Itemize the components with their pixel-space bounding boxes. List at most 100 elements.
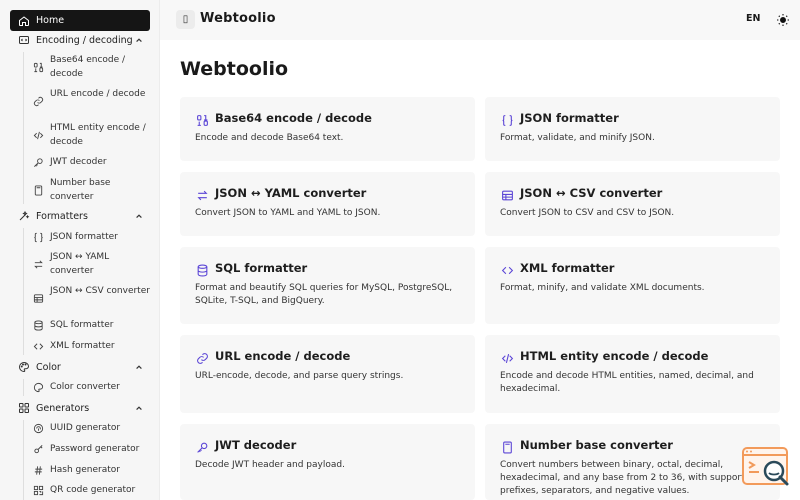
tool-card-jwt[interactable]: JWT decoder Decode JWT header and payloa…	[180, 424, 475, 500]
tool-card-description: Decode JWT header and payload.	[195, 460, 345, 470]
tool-card-title: JSON formatter	[520, 111, 619, 125]
swap-icon	[32, 258, 45, 271]
tool-card-title: JSON ↔ CSV converter	[520, 186, 663, 200]
page-title: Webtoolio	[180, 58, 289, 80]
table-icon	[500, 188, 514, 202]
search-help-icon	[742, 447, 789, 486]
grid-icon	[17, 401, 31, 415]
tool-card-title: JWT decoder	[215, 438, 297, 452]
tool-card-description: Convert JSON to CSV and CSV to JSON.	[500, 208, 675, 218]
tool-card-title: JSON ↔ YAML converter	[215, 186, 367, 200]
tool-card-title: Number base converter	[520, 438, 673, 452]
sidebar-group-label: Encoding / decoding	[36, 34, 133, 46]
sidebar-group-label: Formatters	[36, 210, 88, 222]
sidebar-group-label: Generators	[36, 402, 90, 414]
sidebar-rail	[23, 228, 24, 355]
sidebar-item-label: HTML entity encode / decode	[50, 123, 146, 147]
tool-card-title: SQL formatter	[215, 261, 308, 275]
sidebar-group-formatters[interactable]: Formatters	[10, 207, 150, 225]
tool-card-sql[interactable]: SQL formatter Format and beautify SQL qu…	[180, 247, 475, 324]
chevrons-code-icon	[500, 263, 514, 277]
sidebar-item-label: Number base converter	[50, 178, 111, 202]
code-icon	[32, 129, 45, 142]
link-icon	[32, 95, 45, 108]
help-widget-button[interactable]	[741, 446, 793, 490]
chevron-up-icon[interactable]	[134, 362, 144, 372]
language-selector[interactable]: EN	[746, 13, 760, 24]
key-icon	[32, 443, 45, 456]
swap-icon	[195, 188, 209, 202]
link-icon	[195, 351, 209, 365]
tool-card-description: Format and beautify SQL queries for MySQ…	[195, 283, 453, 306]
sidebar-item-label: Hash generator	[50, 465, 120, 475]
sidebar-item-label: UUID generator	[50, 423, 121, 433]
sidebar-item-label: JWT decoder	[50, 157, 107, 167]
tool-card-html-entity[interactable]: HTML entity encode / decode Encode and d…	[485, 335, 780, 413]
tool-card-xml[interactable]: XML formatter Format, minify, and valida…	[485, 247, 780, 324]
code-icon	[500, 351, 514, 365]
sidebar-item-label: Base64 encode / decode	[50, 55, 126, 79]
sidebar-group-encoding[interactable]: Encoding / decoding	[10, 31, 150, 49]
calculator-icon	[32, 184, 45, 197]
sun-icon[interactable]	[774, 11, 792, 29]
sidebar-item-label: QR code generator	[50, 485, 136, 495]
magic-wand-icon	[17, 209, 31, 223]
binary-icon	[32, 61, 45, 74]
sidebar-item-label: XML formatter	[50, 341, 115, 351]
tool-card-description: Format, validate, and minify JSON.	[500, 133, 655, 143]
sidebar-item-home[interactable]: Home	[10, 10, 150, 31]
tool-card-description: Format, minify, and validate XML documen…	[500, 283, 705, 293]
chevrons-code-icon	[32, 340, 45, 353]
binary-icon	[195, 113, 209, 127]
sidebar-rail	[23, 52, 24, 204]
tool-card-title: XML formatter	[520, 261, 615, 275]
chevron-up-icon[interactable]	[134, 211, 144, 221]
chevron-up-icon[interactable]	[134, 403, 144, 413]
braces-icon	[32, 231, 45, 244]
calculator-icon	[500, 440, 514, 454]
sidebar-rail	[23, 379, 24, 396]
palette-icon	[32, 381, 45, 394]
home-icon	[17, 14, 31, 28]
sidebar-item-label: JSON formatter	[50, 232, 118, 242]
tool-card-url[interactable]: URL encode / decode URL-encode, decode, …	[180, 335, 475, 413]
chevron-up-icon[interactable]	[134, 35, 144, 45]
sidebar-group-color[interactable]: Color	[10, 358, 150, 376]
sidebar-item-label: JSON ↔ YAML converter	[50, 252, 110, 276]
sidebar-item-label: URL encode / decode	[50, 89, 146, 99]
sidebar-item-label: SQL formatter	[50, 320, 114, 330]
tool-card-description: Encode and decode Base64 text.	[195, 133, 344, 143]
sidebar-item-label: JSON ↔ CSV converter	[50, 286, 150, 296]
table-icon	[32, 292, 45, 305]
tool-card-json-formatter[interactable]: JSON formatter Format, validate, and min…	[485, 97, 780, 161]
sidebar-item-label: Color converter	[50, 382, 120, 392]
database-icon	[32, 319, 45, 332]
braces-icon	[500, 113, 514, 127]
tool-card-json-yaml[interactable]: JSON ↔ YAML converter Convert JSON to YA…	[180, 172, 475, 236]
fingerprint-icon	[32, 422, 45, 435]
palette-icon	[17, 360, 31, 374]
tool-card-description: Convert numbers between binary, octal, d…	[500, 460, 760, 496]
sidebar-item-label: Home	[36, 15, 65, 26]
top-bar: ▯ Webtoolio EN	[160, 0, 800, 40]
qr-code-icon	[32, 484, 45, 497]
sidebar-group-generators[interactable]: Generators	[10, 399, 150, 417]
tool-card-title: URL encode / decode	[215, 349, 351, 363]
menu-toggle-icon[interactable]: ▯	[176, 10, 195, 29]
key-icon	[195, 440, 209, 454]
tool-card-number-base[interactable]: Number base converter Convert numbers be…	[485, 424, 780, 500]
app-title[interactable]: Webtoolio	[200, 11, 276, 26]
tool-card-json-csv[interactable]: JSON ↔ CSV converter Convert JSON to CSV…	[485, 172, 780, 236]
key-icon	[32, 156, 45, 169]
tool-card-description: Encode and decode HTML entities, named, …	[500, 371, 754, 394]
sidebar-rail	[23, 420, 24, 500]
tool-card-description: URL-encode, decode, and parse query stri…	[195, 371, 404, 381]
tool-card-title: HTML entity encode / decode	[520, 349, 709, 363]
code-brackets-icon	[17, 33, 31, 47]
sidebar: Home Encoding / decoding Base64 encode /…	[0, 0, 160, 500]
tool-card-title: Base64 encode / decode	[215, 111, 372, 125]
sidebar-item-label: Password generator	[50, 444, 140, 454]
sidebar-group-label: Color	[36, 361, 61, 373]
tool-card-base64[interactable]: Base64 encode / decode Encode and decode…	[180, 97, 475, 161]
database-icon	[195, 263, 209, 277]
